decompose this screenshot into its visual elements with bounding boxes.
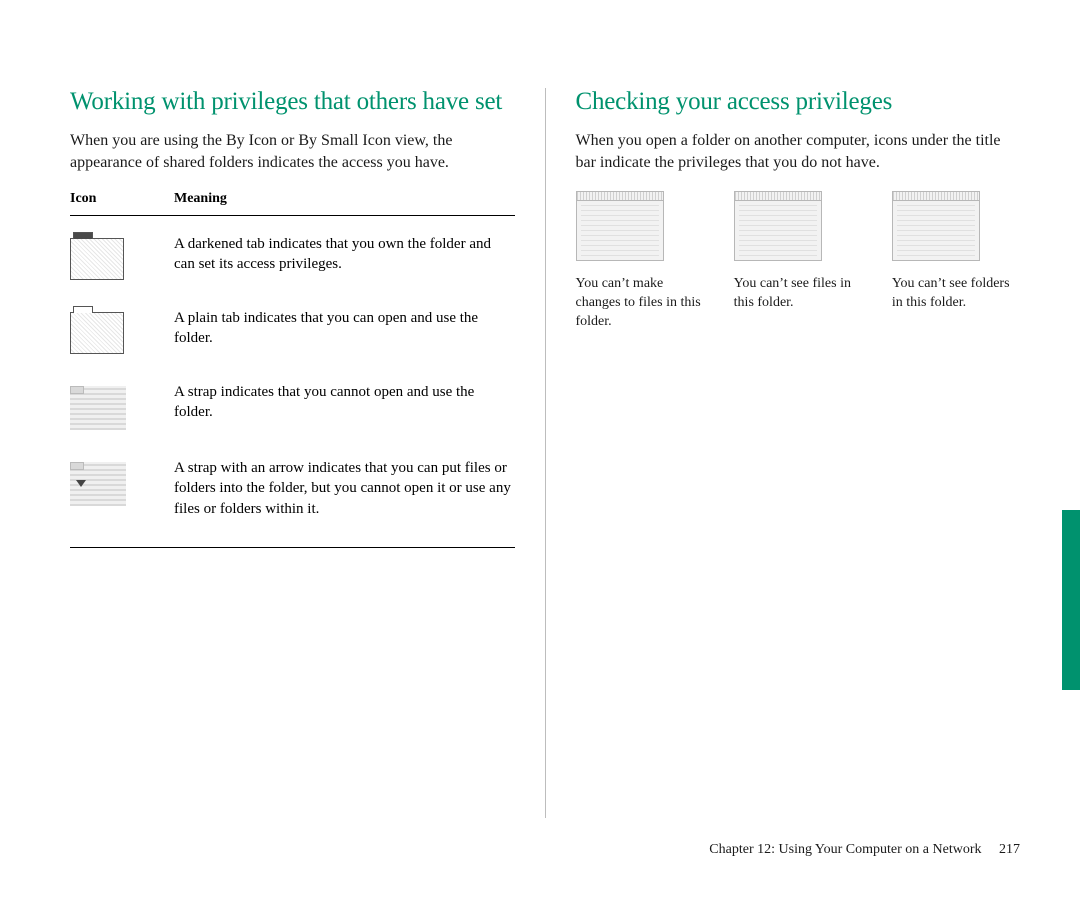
icon-cell: [70, 458, 150, 506]
meaning-cell: A plain tab indicates that you can open …: [174, 308, 515, 349]
folder-strap-arrow-icon: [70, 462, 126, 506]
column-divider: [545, 88, 546, 818]
table-row: A strap with an arrow indicates that you…: [70, 458, 515, 519]
table-row: A plain tab indicates that you can open …: [70, 308, 515, 354]
green-index-tab: [1062, 510, 1080, 690]
window-lines-decoration: [739, 204, 817, 256]
icon-cell: [70, 234, 150, 280]
footer-page-number: 217: [999, 842, 1020, 857]
two-column-layout: Working with privileges that others have…: [70, 88, 1020, 818]
icon-meaning-table: Icon Meaning A darkened tab indicates th…: [70, 191, 515, 548]
window-lines-decoration: [897, 204, 975, 256]
table-row: A darkened tab indicates that you own th…: [70, 234, 515, 280]
privilege-item: You can’t see folders in this folder.: [892, 191, 1020, 332]
page-footer: Chapter 12: Using Your Computer on a Net…: [709, 842, 1020, 858]
folder-dark-tab-icon: [70, 238, 124, 280]
left-heading: Working with privileges that others have…: [70, 88, 515, 116]
col-header-meaning: Meaning: [174, 191, 515, 207]
table-bottom-rule: [70, 547, 515, 548]
meaning-cell: A strap indicates that you cannot open a…: [174, 382, 515, 423]
meaning-cell: A strap with an arrow indicates that you…: [174, 458, 515, 519]
right-heading: Checking your access privileges: [576, 88, 1021, 116]
icon-cell: [70, 382, 150, 430]
footer-chapter: Chapter 12: Using Your Computer on a Net…: [709, 842, 981, 857]
col-header-icon: Icon: [70, 191, 150, 207]
window-lines-decoration: [581, 204, 659, 256]
folder-strap-icon: [70, 386, 126, 430]
privilege-caption: You can’t see files in this folder.: [734, 275, 862, 313]
document-page: Working with privileges that others have…: [0, 0, 1080, 900]
folder-plain-tab-icon: [70, 312, 124, 354]
meaning-cell: A darkened tab indicates that you own th…: [174, 234, 515, 275]
right-column: Checking your access privileges When you…: [576, 88, 1021, 818]
privilege-item: You can’t make changes to files in this …: [576, 191, 704, 332]
privilege-caption: You can’t make changes to files in this …: [576, 275, 704, 332]
left-column: Working with privileges that others have…: [70, 88, 515, 818]
left-intro-paragraph: When you are using the By Icon or By Sma…: [70, 130, 515, 173]
privilege-item: You can’t see files in this folder.: [734, 191, 862, 332]
icon-cell: [70, 308, 150, 354]
window-no-folders-icon: [892, 191, 980, 261]
privilege-icons-row: You can’t make changes to files in this …: [576, 191, 1021, 332]
table-row: A strap indicates that you cannot open a…: [70, 382, 515, 430]
right-intro-paragraph: When you open a folder on another comput…: [576, 130, 1021, 173]
window-no-changes-icon: [576, 191, 664, 261]
privilege-caption: You can’t see folders in this folder.: [892, 275, 1020, 313]
window-no-files-icon: [734, 191, 822, 261]
table-header-row: Icon Meaning: [70, 191, 515, 216]
